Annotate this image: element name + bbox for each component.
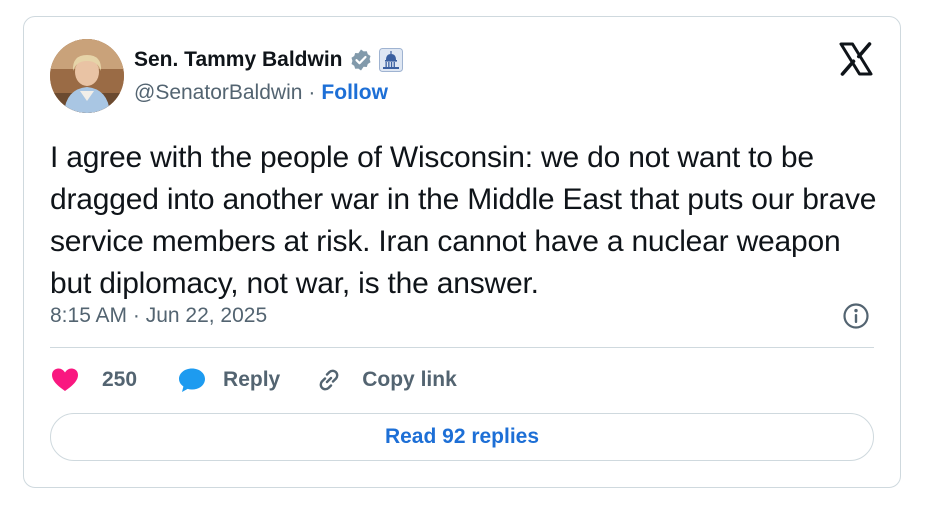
avatar[interactable] bbox=[50, 39, 124, 113]
info-icon[interactable] bbox=[842, 302, 870, 330]
like-button[interactable]: 250 bbox=[50, 365, 137, 395]
follow-button[interactable]: Follow bbox=[321, 81, 388, 105]
verified-badge-icon bbox=[349, 48, 373, 72]
reply-button[interactable]: Reply bbox=[177, 365, 280, 395]
author-name-row: Sen. Tammy Baldwin bbox=[134, 45, 403, 75]
reply-label: Reply bbox=[223, 368, 281, 391]
link-icon bbox=[314, 365, 344, 395]
copy-link-button[interactable]: Copy link bbox=[314, 365, 457, 395]
avatar-photo bbox=[50, 39, 124, 113]
display-name[interactable]: Sen. Tammy Baldwin bbox=[134, 48, 343, 72]
tweet-card: Sen. Tammy Baldwin @SenatorBaldwin · Fol… bbox=[23, 16, 901, 488]
handle-row: @SenatorBaldwin · Follow bbox=[134, 79, 388, 107]
divider bbox=[50, 347, 874, 348]
tweet-timestamp[interactable]: 8:15 AM · Jun 22, 2025 bbox=[50, 301, 267, 331]
capitol-badge-icon bbox=[378, 48, 403, 72]
copy-link-label: Copy link bbox=[362, 368, 457, 391]
action-bar: 250 Reply Copy link bbox=[50, 363, 457, 397]
like-count: 250 bbox=[102, 368, 138, 391]
handle[interactable]: @SenatorBaldwin bbox=[134, 81, 302, 105]
separator: · bbox=[308, 81, 316, 104]
read-replies-button[interactable]: Read 92 replies bbox=[50, 413, 874, 461]
heart-icon bbox=[50, 365, 80, 395]
x-logo-icon[interactable] bbox=[838, 41, 874, 77]
speech-bubble-icon bbox=[177, 365, 207, 395]
tweet-text: I agree with the people of Wisconsin: we… bbox=[50, 141, 877, 300]
